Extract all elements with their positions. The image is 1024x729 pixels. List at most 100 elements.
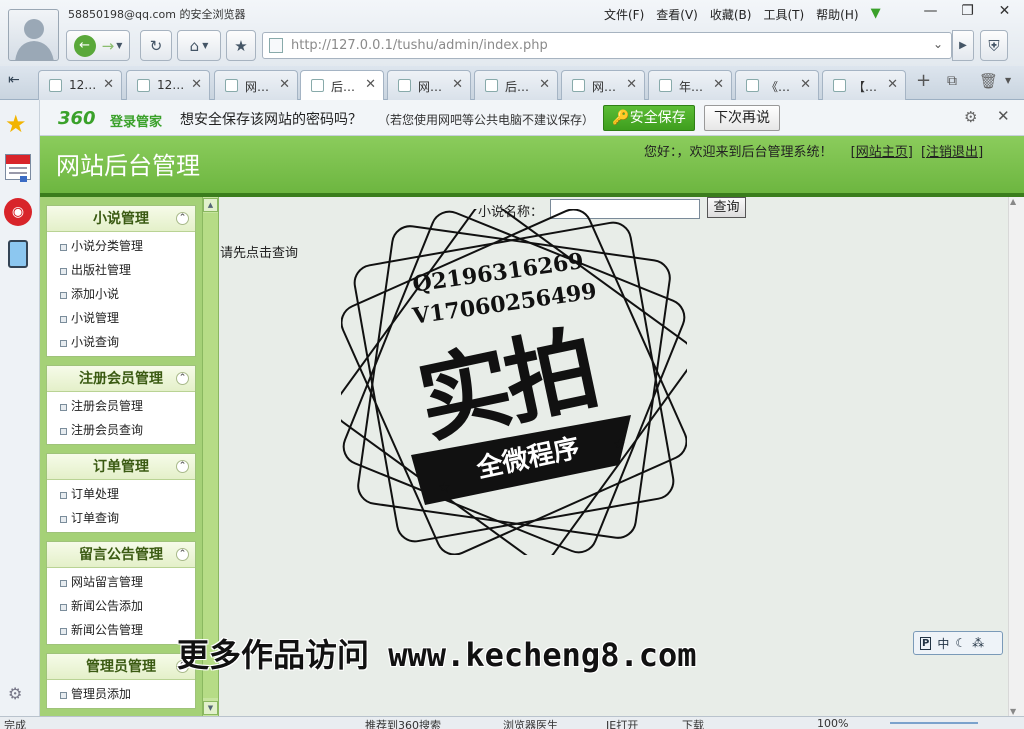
content-scroll-down-icon[interactable]: ▼ <box>1010 707 1016 716</box>
menu-item[interactable]: 网站留言管理 <box>47 570 195 594</box>
menu-tools[interactable]: 工具(T) <box>763 6 804 23</box>
menu-item[interactable]: 订单查询 <box>47 506 195 530</box>
query-button[interactable]: 查询 <box>707 197 746 218</box>
tab-close-icon[interactable]: ✕ <box>800 77 811 92</box>
browser-tab[interactable]: 12… ✕ <box>126 70 210 100</box>
weibo-icon[interactable]: ◉ <box>4 198 32 226</box>
tab-close-icon[interactable]: ✕ <box>103 77 114 92</box>
tab-close-icon[interactable]: ✕ <box>539 77 550 92</box>
menu-item[interactable]: 注册会员管理 <box>47 394 195 418</box>
bar-close-icon[interactable]: ✕ <box>997 107 1010 125</box>
go-button[interactable]: ▶ <box>952 30 974 61</box>
ime-logo-icon[interactable]: P <box>920 636 932 650</box>
collapse-icon[interactable]: ⌃ <box>176 212 189 225</box>
menu-section-header[interactable]: 留言公告管理 ⌃ <box>47 542 195 568</box>
browser-tab[interactable]: 后… ✕ <box>300 70 384 100</box>
browser-tab[interactable]: 年… ✕ <box>648 70 732 100</box>
tab-close-icon[interactable]: ✕ <box>279 77 290 92</box>
menu-help[interactable]: 帮助(H) <box>816 6 858 23</box>
sidebar-toggle-icon[interactable]: ⇤ <box>8 72 20 88</box>
duplicate-tab-icon[interactable]: ⧉ <box>947 73 957 89</box>
home-button[interactable]: ⌂ ▼ <box>177 30 221 61</box>
collapse-icon[interactable]: ⌃ <box>176 460 189 473</box>
tab-close-icon[interactable]: ✕ <box>365 77 376 92</box>
home-dropdown-icon: ▼ <box>202 41 209 50</box>
status-360-search[interactable]: 推荐到360搜索 <box>365 717 441 729</box>
browser-tab[interactable]: 网… ✕ <box>561 70 645 100</box>
menu-item[interactable]: 注册会员查询 <box>47 418 195 442</box>
minimize-icon[interactable]: — <box>912 0 949 22</box>
security-shield-button[interactable]: ⛨ <box>980 30 1008 61</box>
menu-item[interactable]: 出版社管理 <box>47 258 195 282</box>
safe-save-button[interactable]: 🔑安全保存 <box>603 105 695 131</box>
menu-favorites[interactable]: 收藏(B) <box>710 6 752 23</box>
ime-chinese-mode[interactable]: 中 <box>937 635 949 652</box>
browser-tab[interactable]: 12… ✕ <box>38 70 122 100</box>
ime-toolbar[interactable]: P 中 ☾ ⁂ <box>913 631 1003 655</box>
content-scrollbar[interactable]: ▲ ▼ <box>1008 197 1024 716</box>
browser-tab[interactable]: 网… ✕ <box>214 70 298 100</box>
new-tab-icon[interactable]: + <box>916 70 931 91</box>
browser-tab[interactable]: 【… ✕ <box>822 70 906 100</box>
skin-shirt-icon[interactable]: ▼ <box>871 6 881 23</box>
tab-menu-icon[interactable]: ▼ <box>1005 76 1011 85</box>
logout-link[interactable]: 注销退出 <box>926 145 978 160</box>
scroll-down-icon[interactable]: ▼ <box>203 701 218 715</box>
menu-scroll-thumb[interactable] <box>203 213 218 698</box>
browser-tab[interactable]: 后… ✕ <box>474 70 558 100</box>
tab-favicon-icon <box>49 79 62 92</box>
tab-close-icon[interactable]: ✕ <box>191 77 202 92</box>
menu-item[interactable]: 新闻公告添加 <box>47 594 195 618</box>
home-link[interactable]: 网站主页 <box>856 145 908 160</box>
browser-tab[interactable]: 网… ✕ <box>387 70 471 100</box>
collapse-icon[interactable]: ⌃ <box>176 548 189 561</box>
url-text[interactable]: http://127.0.0.1/tushu/admin/index.php <box>291 38 548 53</box>
zoom-slider[interactable] <box>890 722 978 724</box>
url-dropdown-icon[interactable]: ⌄ <box>933 37 943 51</box>
forward-icon[interactable]: → <box>102 37 115 55</box>
tab-close-icon[interactable]: ✕ <box>887 77 898 92</box>
ime-moon-icon[interactable]: ☾ <box>955 636 966 650</box>
status-zoom[interactable]: 100% <box>817 717 848 729</box>
content-scroll-up-icon[interactable]: ▲ <box>1010 197 1016 206</box>
menu-section-header[interactable]: 订单管理 ⌃ <box>47 454 195 480</box>
news-icon[interactable] <box>5 154 31 182</box>
back-icon[interactable]: ← <box>73 34 96 57</box>
favorite-star-button[interactable]: ★ <box>226 30 256 61</box>
status-doctor[interactable]: 浏览器医生 <box>503 717 558 729</box>
address-bar[interactable]: http://127.0.0.1/tushu/admin/index.php ⌄ <box>262 32 952 59</box>
history-dropdown-icon[interactable]: ▼ <box>116 41 122 50</box>
favorites-star-icon[interactable]: ★ <box>5 110 27 138</box>
menu-item[interactable]: 订单处理 <box>47 482 195 506</box>
restore-icon[interactable]: ❐ <box>949 0 986 22</box>
trash-icon[interactable]: 🗑 <box>979 72 998 90</box>
later-button[interactable]: 下次再说 <box>704 105 780 131</box>
status-ie-open[interactable]: IE打开 <box>606 717 638 729</box>
menu-item[interactable]: 添加小说 <box>47 282 195 306</box>
menu-item[interactable]: 管理员添加 <box>47 682 195 706</box>
bar-settings-icon[interactable]: ⚙ <box>964 108 977 126</box>
tab-close-icon[interactable]: ✕ <box>713 77 724 92</box>
refresh-button[interactable]: ↻ <box>140 30 172 61</box>
tab-close-icon[interactable]: ✕ <box>452 77 463 92</box>
menu-section-header[interactable]: 小说管理 ⌃ <box>47 206 195 232</box>
settings-gear-icon[interactable]: ⚙ <box>8 684 22 703</box>
menu-item[interactable]: 小说查询 <box>47 330 195 354</box>
menu-section: 留言公告管理 ⌃ 网站留言管理 新闻公告添加 新闻公告管理 <box>46 541 196 645</box>
menu-file[interactable]: 文件(F) <box>604 6 644 23</box>
close-window-icon[interactable]: ✕ <box>986 0 1023 22</box>
menu-view[interactable]: 查看(V) <box>656 6 698 23</box>
scroll-up-icon[interactable]: ▲ <box>203 198 218 212</box>
menu-item[interactable]: 小说分类管理 <box>47 234 195 258</box>
browser-tab[interactable]: 《… ✕ <box>735 70 819 100</box>
menu-item[interactable]: 小说管理 <box>47 306 195 330</box>
collapse-icon[interactable]: ⌃ <box>176 372 189 385</box>
menu-section-header[interactable]: 管理员管理 ⌃ <box>47 654 195 680</box>
mobile-icon[interactable] <box>8 240 28 268</box>
status-download[interactable]: 下载 <box>682 717 704 729</box>
tab-close-icon[interactable]: ✕ <box>626 77 637 92</box>
ime-punct-icon[interactable]: ⁂ <box>972 636 984 650</box>
menu-section-header[interactable]: 注册会员管理 ⌃ <box>47 366 195 392</box>
user-avatar[interactable] <box>8 9 59 61</box>
menu-item[interactable]: 新闻公告管理 <box>47 618 195 642</box>
